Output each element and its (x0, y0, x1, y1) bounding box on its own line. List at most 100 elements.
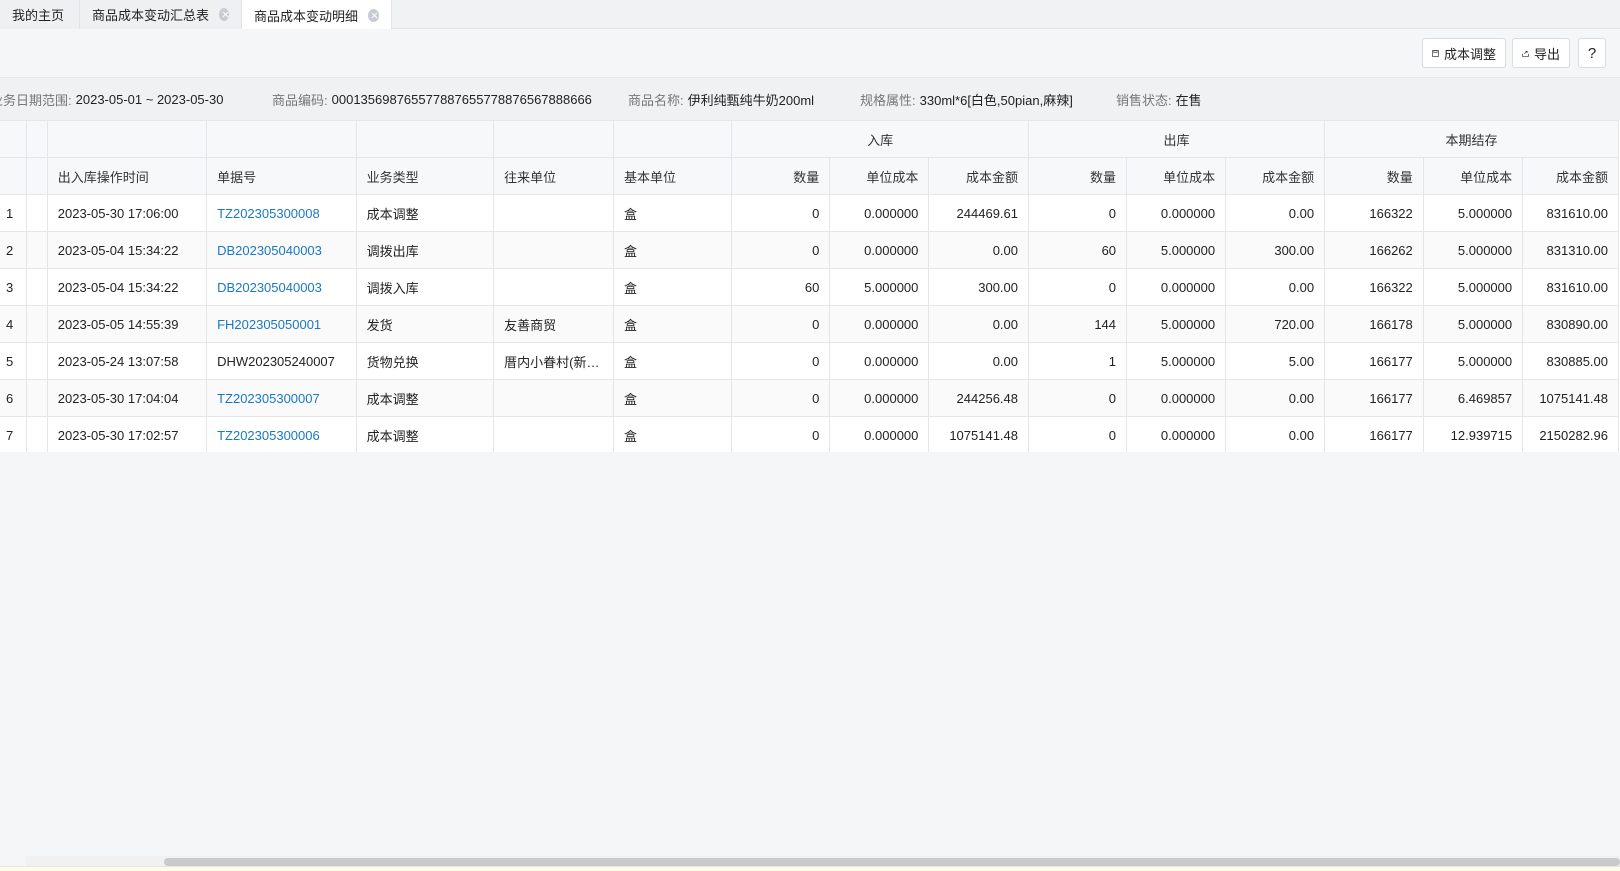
cell-time: 2023-05-04 15:34:22 (46, 268, 208, 306)
cell-out-qty: 60 (1027, 231, 1128, 269)
col-header-out-qty[interactable]: 数量 (1027, 157, 1128, 195)
cell-bal-cost: 5.000000 (1422, 268, 1524, 306)
cell-bal-qty: 166177 (1324, 416, 1424, 452)
col-header-time[interactable]: 出入库操作时间 (46, 157, 208, 195)
header-cell (206, 120, 357, 158)
row-spacer (25, 305, 48, 343)
tab-label: 商品成本变动明细 (254, 8, 359, 24)
table-row[interactable]: 7 2023-05-30 17:02:57 TZ202305300006 成本调… (0, 416, 1619, 452)
row-index: 4 (0, 305, 27, 343)
date-range-info: 业务日期范围: 2023-05-01 ~ 2023-05-30 (0, 78, 223, 121)
doc-link[interactable]: DB202305040003 (217, 243, 322, 258)
table-row[interactable]: 1 2023-05-30 17:06:00 TZ202305300008 成本调… (0, 194, 1619, 232)
cell-bal-cost: 5.000000 (1422, 342, 1524, 380)
table-row[interactable]: 2 2023-05-04 15:34:22 DB202305040003 调拨出… (0, 231, 1619, 269)
cell-unit: 盒 (613, 194, 733, 232)
table-row[interactable]: 6 2023-05-30 17:04:04 TZ202305300007 成本调… (0, 379, 1619, 417)
cost-adjust-label: 成本调整 (1443, 46, 1496, 62)
doc-link[interactable]: TZ202305300007 (217, 391, 320, 406)
cell-type: 成本调整 (355, 416, 495, 452)
header-cell (25, 120, 48, 158)
save-icon (1432, 49, 1439, 57)
cell-out-qty: 0 (1027, 268, 1128, 306)
tab-cost-detail[interactable]: 商品成本变动明细 (242, 0, 392, 30)
cell-partner (493, 379, 615, 417)
cell-bal-amt: 831610.00 (1522, 194, 1619, 232)
col-header-unit[interactable]: 基本单位 (613, 157, 733, 195)
sale-status-info: 销售状态: 在售 (1116, 78, 1202, 121)
cell-in-amt: 1075141.48 (928, 416, 1029, 452)
cell-out-cost: 0.000000 (1126, 379, 1227, 417)
cell-out-amt: 720.00 (1225, 305, 1326, 343)
cost-adjust-button[interactable]: 成本调整 (1422, 38, 1506, 68)
cell-bal-cost: 6.469857 (1422, 379, 1524, 417)
spec-info: 规格属性: 330ml*6[白色,50pian,麻辣] (860, 78, 1073, 121)
col-header-type[interactable]: 业务类型 (355, 157, 495, 195)
cell-out-qty: 144 (1027, 305, 1128, 343)
product-code-value: 00013569876557788765577887656788866​6 (331, 92, 592, 107)
cell-in-amt: 244469.61 (928, 194, 1029, 232)
horizontal-scrollbar-thumb[interactable] (164, 858, 1620, 866)
cell-doc: TZ202305300007 (206, 379, 357, 417)
col-header-out-cost[interactable]: 单位成本 (1126, 157, 1227, 195)
cell-out-amt: 0.00 (1225, 416, 1326, 452)
row-index: 5 (0, 342, 27, 380)
group-header-row: 入库 出库 本期结存 (0, 120, 1619, 158)
cell-out-amt: 0.00 (1225, 268, 1326, 306)
cell-partner (493, 194, 615, 232)
col-header-partner[interactable]: 往来单位 (493, 157, 615, 195)
close-icon[interactable] (219, 8, 229, 21)
doc-link[interactable]: TZ202305300006 (217, 428, 320, 443)
cell-unit: 盒 (613, 305, 733, 343)
cell-doc: TZ202305300006 (206, 416, 357, 452)
col-header-bal-cost[interactable]: 单位成本 (1422, 157, 1524, 195)
header-cell (25, 157, 48, 195)
cell-bal-amt: 1075141.48 (1522, 379, 1619, 417)
sale-status-label: 销售状态: (1116, 93, 1172, 108)
col-header-bal-qty[interactable]: 数量 (1324, 157, 1424, 195)
cell-out-qty: 0 (1027, 194, 1128, 232)
help-button[interactable]: ? (1578, 38, 1606, 68)
table-row[interactable]: 3 2023-05-04 15:34:22 DB202305040003 调拨入… (0, 268, 1619, 306)
cell-bal-amt: 830885.00 (1522, 342, 1619, 380)
cell-unit: 盒 (613, 231, 733, 269)
cell-in-amt: 0.00 (928, 231, 1029, 269)
table-row[interactable]: 5 2023-05-24 13:07:58 DHW202305240007 货物… (0, 342, 1619, 380)
toolbar: 成本调整 导出 ? (0, 29, 1620, 77)
cell-in-amt: 244256.48 (928, 379, 1029, 417)
col-header-in-cost[interactable]: 单位成本 (829, 157, 930, 195)
tab-home[interactable]: 我的主页 (0, 0, 80, 29)
header-cell (613, 120, 733, 158)
cell-bal-cost: 5.000000 (1422, 194, 1524, 232)
cell-out-amt: 0.00 (1225, 379, 1326, 417)
table-row[interactable]: 4 2023-05-05 14:55:39 FH202305050001 发货 … (0, 305, 1619, 343)
doc-link[interactable]: DB202305040003 (217, 280, 322, 295)
col-header-out-amt[interactable]: 成本金额 (1225, 157, 1326, 195)
col-header-doc[interactable]: 单据号 (206, 157, 357, 195)
cell-in-cost: 0.000000 (829, 379, 930, 417)
doc-link[interactable]: FH202305050001 (217, 317, 321, 332)
close-icon[interactable] (368, 8, 379, 22)
cell-in-cost: 0.000000 (829, 342, 930, 380)
col-header-bal-amt[interactable]: 成本金额 (1522, 157, 1619, 195)
cell-out-qty: 0 (1027, 379, 1128, 417)
cell-in-cost: 0.000000 (829, 416, 930, 452)
filter-info-bar: 业务日期范围: 2023-05-01 ~ 2023-05-30 商品编码: 00… (0, 77, 1620, 120)
col-header-in-qty[interactable]: 数量 (731, 157, 831, 195)
summary-strip (0, 866, 1620, 871)
cell-bal-amt: 831610.00 (1522, 268, 1619, 306)
cell-partner (493, 268, 615, 306)
cell-in-qty: 0 (731, 231, 831, 269)
cell-in-qty: 0 (731, 342, 831, 380)
cell-time: 2023-05-30 17:04:04 (46, 379, 208, 417)
cell-out-cost: 0.000000 (1126, 416, 1227, 452)
cell-bal-cost: 5.000000 (1422, 305, 1524, 343)
header-cell (0, 157, 27, 195)
column-header-row: 出入库操作时间 单据号 业务类型 往来单位 基本单位 数量 单位成本 成本金额 … (0, 157, 1619, 195)
doc-link[interactable]: TZ202305300008 (217, 206, 320, 221)
tab-cost-summary[interactable]: 商品成本变动汇总表 (80, 0, 242, 29)
row-spacer (25, 342, 48, 380)
cell-in-cost: 5.000000 (829, 268, 930, 306)
export-button[interactable]: 导出 (1512, 38, 1570, 68)
col-header-in-amt[interactable]: 成本金额 (928, 157, 1029, 195)
